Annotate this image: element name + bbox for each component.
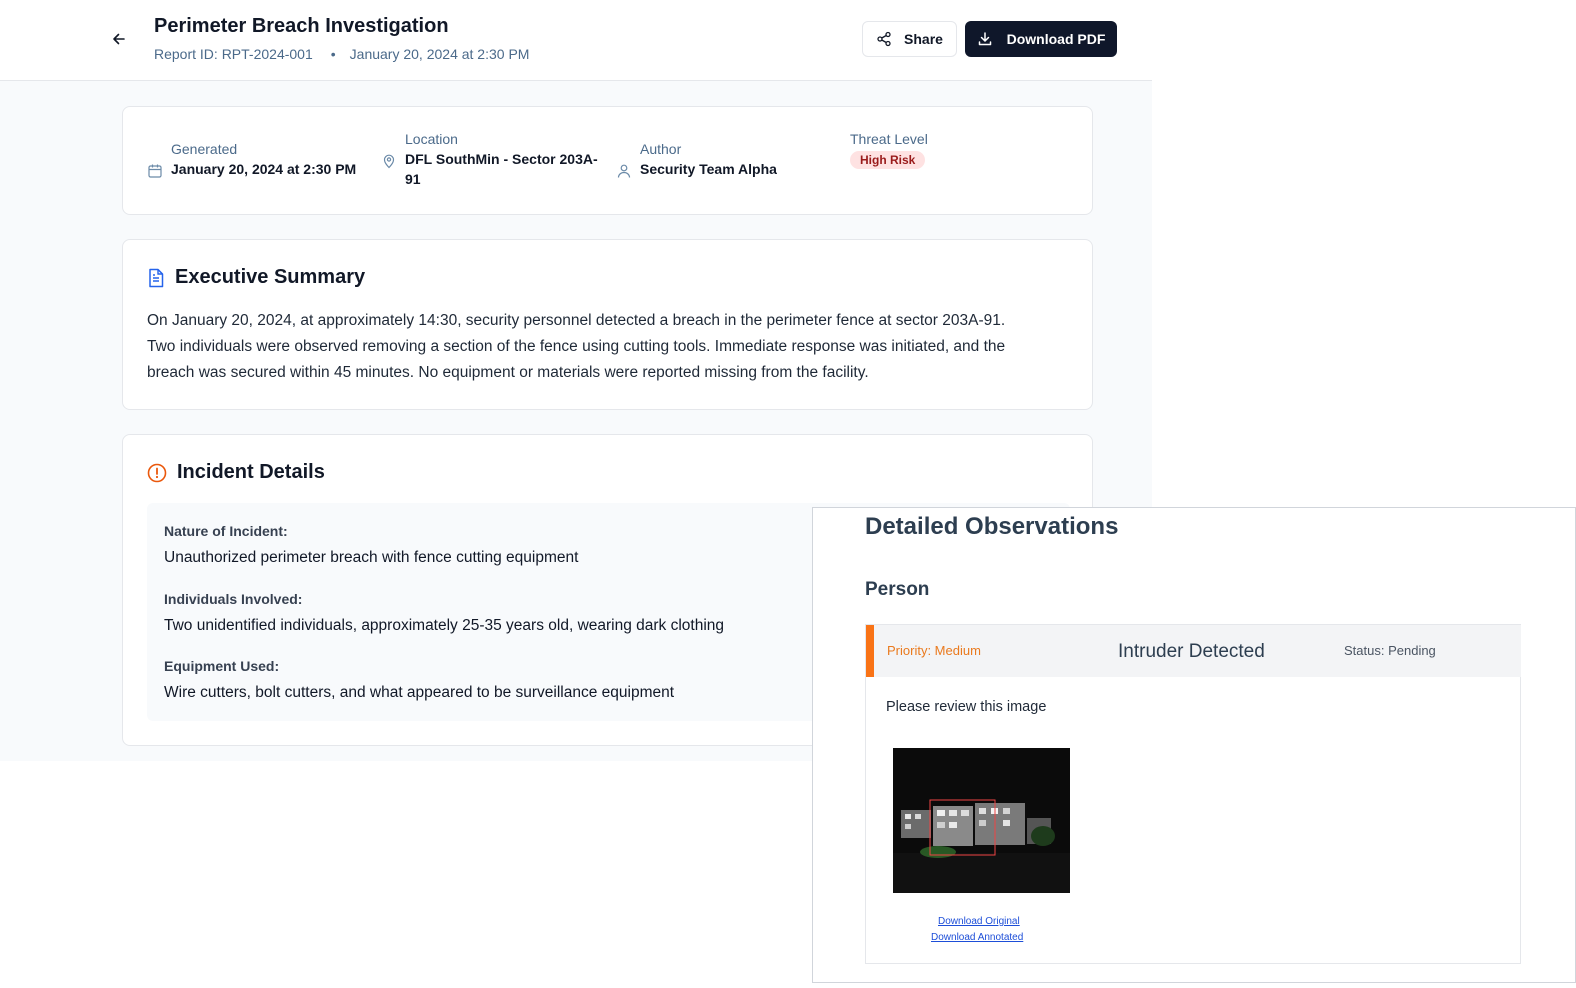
share-label: Share <box>904 31 943 47</box>
meta-generated: Generated January 20, 2024 at 2:30 PM <box>147 141 356 179</box>
generated-label: Generated <box>171 141 238 157</box>
meta-location: Location DFL SouthMin - Sector 203A- 91 <box>381 131 598 189</box>
detailed-observations-panel: Detailed Observations Person Priority: M… <box>812 507 1576 983</box>
status-label: Status: Pending <box>1344 643 1436 658</box>
equipment-label: Equipment Used: <box>164 658 280 674</box>
author-value: Security Team Alpha <box>640 161 777 177</box>
threat-label: Threat Level <box>850 131 928 147</box>
generated-value: January 20, 2024 at 2:30 PM <box>171 161 357 177</box>
observation-header: Priority: Medium Intruder Detected Statu… <box>866 625 1521 677</box>
individuals-value: Two unidentified individuals, approximat… <box>164 617 725 634</box>
download-original-link[interactable]: Download Original <box>938 916 1020 927</box>
executive-summary-card: Executive Summary On January 20, 2024, a… <box>122 239 1093 410</box>
summary-text: On January 20, 2024, at approximately 14… <box>147 308 1067 386</box>
report-meta-line: Report ID: RPT-2024-001 • January 20, 20… <box>154 46 529 62</box>
separator-dot: • <box>330 46 336 62</box>
report-id: Report ID: RPT-2024-001 <box>154 46 313 62</box>
priority-label: Priority: Medium <box>887 643 981 658</box>
equipment-value: Wire cutters, bolt cutters, and what app… <box>164 684 675 701</box>
download-pdf-button[interactable]: Download PDF <box>965 21 1117 57</box>
nature-label: Nature of Incident: <box>164 523 288 539</box>
page-title: Perimeter Breach Investigation <box>154 15 449 37</box>
map-pin-icon <box>383 154 395 169</box>
meta-threat-level: Threat Level High Risk <box>850 131 928 169</box>
summary-line: Two individuals were observed removing a… <box>147 338 1006 355</box>
alert-circle-icon <box>147 463 167 482</box>
calendar-icon <box>148 164 162 178</box>
report-header: Perimeter Breach Investigation Report ID… <box>0 0 1152 81</box>
nature-value: Unauthorized perimeter breach with fence… <box>164 549 579 566</box>
report-datetime: January 20, 2024 at 2:30 PM <box>349 46 530 62</box>
back-button[interactable] <box>108 28 130 50</box>
author-label: Author <box>640 141 682 157</box>
summary-line: On January 20, 2024, at approximately 14… <box>147 312 1006 329</box>
observation-card: Priority: Medium Intruder Detected Statu… <box>865 624 1521 964</box>
individuals-label: Individuals Involved: <box>164 591 303 607</box>
location-label: Location <box>405 131 458 147</box>
observations-title: Detailed Observations <box>865 513 1119 540</box>
location-value-line1: DFL SouthMin - Sector 203A- <box>405 151 598 167</box>
download-icon <box>978 32 991 46</box>
observation-category: Person <box>865 579 930 600</box>
summary-heading: Executive Summary <box>175 266 366 288</box>
report-meta-card: Generated January 20, 2024 at 2:30 PM Lo… <box>122 106 1093 215</box>
surveillance-image[interactable] <box>893 748 1070 893</box>
summary-line: breach was secured within 45 minutes. No… <box>147 364 869 381</box>
threat-badge: High Risk <box>850 151 926 169</box>
meta-author: Author Security Team Alpha <box>616 141 777 179</box>
share-button[interactable]: Share <box>862 21 957 57</box>
review-text: Please review this image <box>886 699 1047 715</box>
download-annotated-link[interactable]: Download Annotated <box>931 932 1023 943</box>
incident-heading-row: Incident Details <box>147 461 325 484</box>
share-icon <box>877 31 891 47</box>
user-icon <box>617 164 631 178</box>
download-pdf-label: Download PDF <box>1006 31 1106 47</box>
document-icon <box>149 268 164 287</box>
summary-heading-row: Executive Summary <box>147 266 365 289</box>
arrow-left-icon <box>113 33 125 45</box>
surveillance-image-graphic <box>893 748 1070 893</box>
incident-heading: Incident Details <box>177 461 325 483</box>
observation-name: Intruder Detected <box>1118 641 1265 662</box>
location-value-line2: 91 <box>405 171 421 187</box>
